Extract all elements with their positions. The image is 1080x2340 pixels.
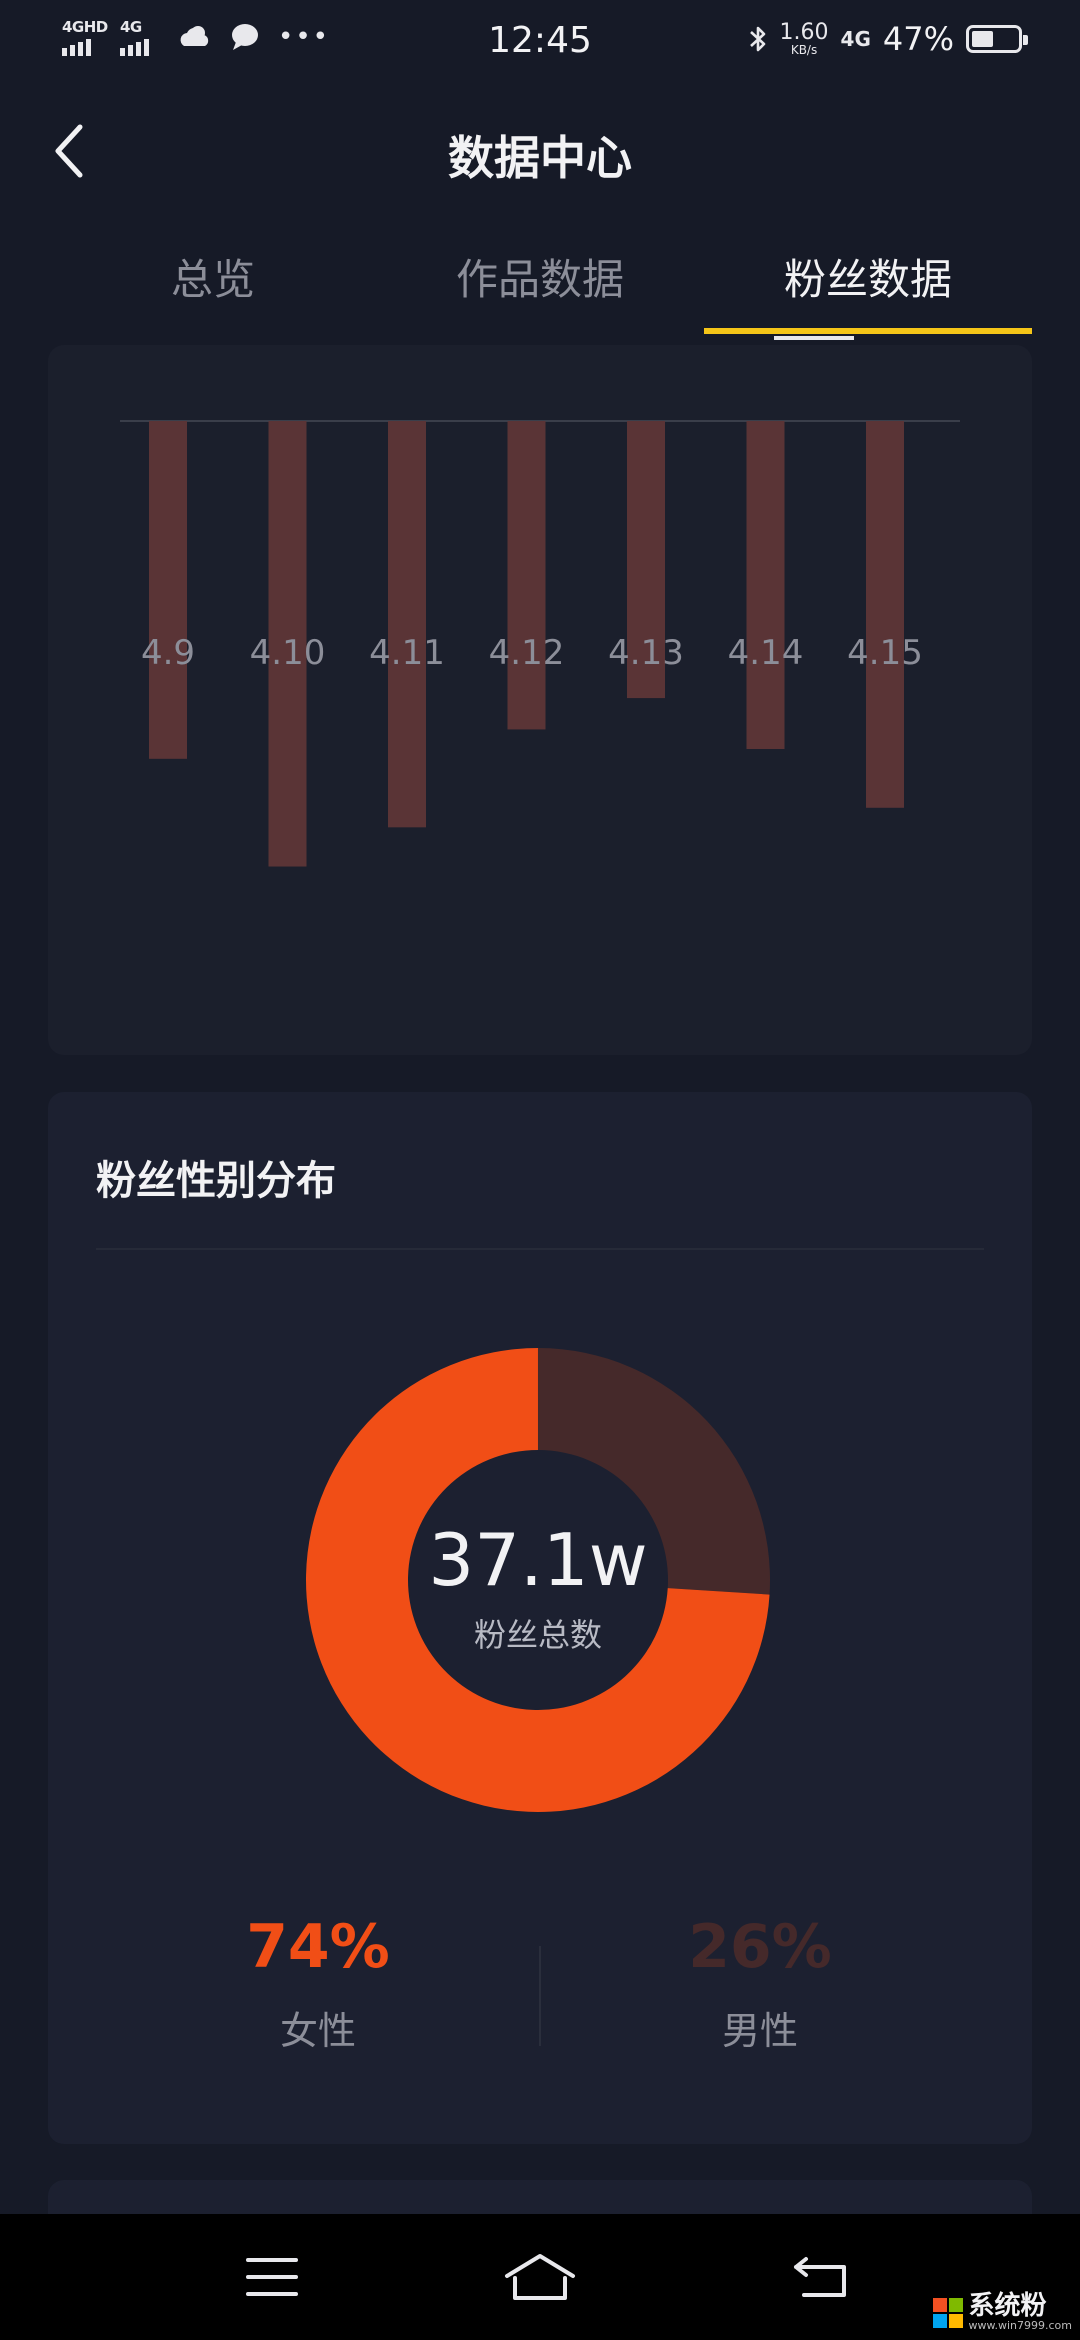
gender-section-title: 粉丝性别分布 [96,1158,336,1204]
section-divider [96,1248,984,1250]
menu-icon [246,2258,298,2296]
header: 数据中心 [0,100,1080,204]
page-title: 数据中心 [448,131,632,185]
tab-indicator-accent [774,336,854,340]
app-screen: 4GHD 4G ••• 12:45 1.60 KB/s 4G 47% 数据中心 … [0,0,1080,2340]
fans-trend-chart-card: 4.9 4.10 4.11 4.12 4.13 4.14 4.15 [48,345,1032,1055]
battery-level [972,31,993,47]
back-nav-button[interactable] [782,2244,862,2310]
gender-distribution-card: 粉丝性别分布 37.1w 粉丝总数 74% 女性 26% 男性 [48,1092,1032,2144]
x-tick-label: 4.10 [250,633,326,673]
chart-bar-4.11 [388,421,426,828]
chart-bar-4.15 [866,421,904,808]
male-label: 男性 [721,2009,798,2053]
female-percent: 74% [246,1912,390,1982]
x-tick-label: 4.12 [489,633,565,673]
active-tab-indicator [704,328,1032,334]
watermark-url: www.win7999.com [968,2319,1073,2333]
system-nav-bar: 系统粉 www.win7999.com [0,2214,1080,2340]
total-fans-label: 粉丝总数 [473,1616,602,1654]
home-icon [505,2254,575,2300]
tab-works-data[interactable]: 作品数据 [375,220,705,336]
windows-logo-icon [932,2297,963,2328]
x-tick-label: 4.13 [608,633,684,673]
fans-bar-chart: 4.9 4.10 4.11 4.12 4.13 4.14 4.15 [120,420,960,867]
male-stat: 26% 男性 [610,1912,910,2055]
return-icon [794,2257,846,2297]
x-tick-label: 4.11 [369,633,445,673]
x-tick-label: 4.14 [728,633,804,673]
battery-icon [966,25,1028,53]
chart-bar-4.12 [507,421,546,730]
tab-fans-data[interactable]: 粉丝数据 [703,220,1033,336]
x-tick-label: 4.9 [141,633,195,673]
female-label: 女性 [279,2009,356,2053]
home-button[interactable] [500,2244,580,2310]
battery-percent: 47% [882,20,954,58]
chart-bar-4.9 [149,421,187,759]
tab-overview[interactable]: 总览 [48,220,378,336]
bluetooth-icon [749,26,765,52]
status-right: 1.60 KB/s 4G 47% [748,20,1028,58]
tab-bar: 总览 作品数据 粉丝数据 [0,220,1080,340]
network-speed: 1.60 KB/s [779,20,829,57]
status-bar: 4GHD 4G ••• 12:45 1.60 KB/s 4G 47% [0,0,1080,84]
network-type: 4G [840,27,871,51]
gender-donut-chart: 37.1w 粉丝总数 [305,1348,770,1812]
menu-button[interactable] [232,2244,312,2310]
total-fans-value: 37.1w [428,1518,648,1602]
network-speed-unit: KB/s [790,43,818,57]
chart-bar-4.14 [746,421,785,750]
female-stat: 74% 女性 [168,1912,468,2055]
x-tick-label: 4.15 [847,633,923,673]
network-speed-value: 1.60 [779,20,829,45]
watermark-brand: 系统粉 [968,2291,1047,2322]
stat-divider [539,1946,541,2046]
watermark: 系统粉 www.win7999.com [932,2291,1073,2333]
male-percent: 26% [688,1912,832,1982]
